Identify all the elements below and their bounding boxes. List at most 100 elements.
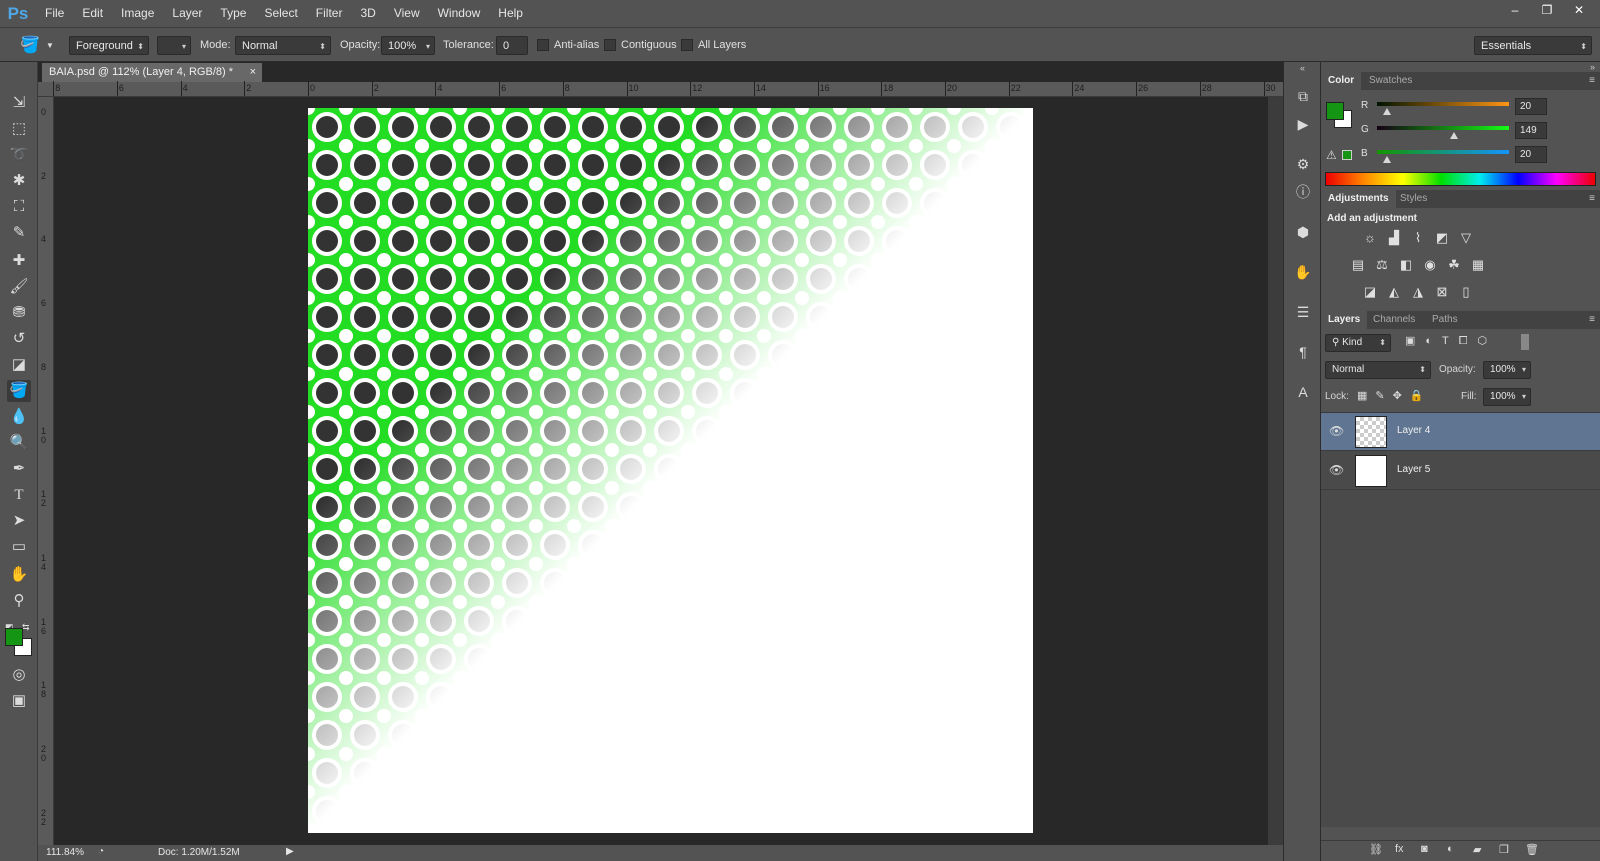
panel-menu-icon[interactable]: ≡ [1589,311,1595,329]
color-spectrum-ramp[interactable] [1325,172,1596,186]
layer-row[interactable]: 👁 Layer 5 [1321,452,1600,490]
channel-value-r[interactable]: 20 [1515,98,1547,115]
filter-toggle[interactable] [1521,334,1529,350]
panel-menu-icon[interactable]: ≡ [1589,72,1595,90]
menu-layer[interactable]: Layer [163,0,211,27]
fill-source-select[interactable]: Foreground ⬍ [69,36,149,55]
tab-swatches[interactable]: Swatches [1362,72,1419,90]
3d-panel-icon[interactable]: ⬢ [1293,222,1313,242]
visibility-eye-icon[interactable]: 👁 [1329,424,1344,438]
tab-layers[interactable]: Layers [1321,311,1368,329]
panel-menu-icon[interactable]: ≡ [1589,190,1595,208]
layer-name[interactable]: Layer 5 [1397,464,1430,475]
visibility-eye-icon[interactable]: 👁 [1329,463,1344,477]
menu-view[interactable]: View [385,0,429,27]
blur-tool-icon[interactable]: 💧 [7,406,31,428]
minimize-button[interactable]: – [1502,0,1528,20]
photo-filter-icon[interactable]: ◉ [1422,257,1438,273]
menu-help[interactable]: Help [489,0,532,27]
mode-select[interactable]: Normal ⬍ [235,36,331,55]
slider-thumb[interactable] [1383,156,1392,163]
channel-mixer-icon[interactable]: ☘ [1446,257,1462,273]
workspace-select[interactable]: Essentials ⬍ [1474,36,1592,55]
paint-bucket-icon[interactable]: 🪣 [20,36,40,55]
gradient-map-icon[interactable]: ▯ [1458,284,1474,300]
marquee-tool-icon[interactable]: ⬚ [7,118,31,140]
dodge-tool-icon[interactable]: 🔍 [7,432,31,454]
web-safe-swatch[interactable] [1342,150,1352,160]
brush-tool-icon[interactable]: 🖌 [7,276,31,298]
type-tool-icon[interactable]: T [7,484,31,506]
adjustment-layer-icon[interactable]: ◐ [1447,843,1454,855]
restore-button[interactable]: ❐ [1534,0,1560,20]
actions-panel-icon[interactable]: ▶ [1293,114,1313,134]
eraser-tool-icon[interactable]: ◪ [7,354,31,376]
lasso-tool-icon[interactable]: ➰ [7,144,31,166]
swap-colors-icon[interactable]: ⇆ [22,622,30,633]
curves-icon[interactable]: ⌇ [1410,230,1426,246]
menu-filter[interactable]: Filter [307,0,352,27]
slider-thumb[interactable] [1383,108,1392,115]
menu-3d[interactable]: 3D [351,0,384,27]
selective-color-icon[interactable]: ⊠ [1434,284,1450,300]
new-layer-icon[interactable]: ❐ [1499,843,1509,856]
tab-adjustments[interactable]: Adjustments [1321,190,1396,208]
contiguous-checkbox[interactable] [604,39,616,51]
tool-presets-icon[interactable]: ✋ [1293,262,1313,282]
menu-image[interactable]: Image [112,0,163,27]
pattern-picker[interactable]: ▾ [157,36,191,55]
link-icon[interactable]: ⛓ [1369,843,1383,856]
posterize-icon[interactable]: ◭ [1386,284,1402,300]
brush-presets-icon[interactable]: ⚙ [1293,154,1313,174]
expand-panels-icon[interactable]: » [1590,62,1595,72]
trash-icon[interactable]: 🗑 [1525,843,1539,856]
foreground-color-swatch[interactable] [5,628,23,646]
channel-value-g[interactable]: 149 [1515,122,1547,139]
zoom-tool-icon[interactable]: ⚲ [7,590,31,612]
layer-opacity-field[interactable]: 100% ▾ [1483,361,1531,379]
fx-icon[interactable]: fx [1395,843,1404,855]
blend-mode-select[interactable]: Normal ⬍ [1325,361,1431,379]
channel-slider-r[interactable] [1377,102,1509,106]
healing-brush-tool-icon[interactable]: ✚ [7,250,31,272]
character-panel-icon[interactable]: A [1293,382,1313,402]
vibrance-icon[interactable]: ▤ [1350,257,1366,273]
color-balance-icon[interactable]: ⚖ [1374,257,1390,273]
eyedropper-tool-icon[interactable]: ✎ [7,222,31,244]
properties-panel-icon[interactable]: ☰ [1293,302,1313,322]
anti-alias-checkbox[interactable] [537,39,549,51]
tab-color[interactable]: Color [1321,72,1362,90]
hand-tool-icon[interactable]: ✋ [7,564,31,586]
folder-icon[interactable]: ▰ [1473,843,1481,856]
invert-icon[interactable]: ◪ [1362,284,1378,300]
threshold-icon[interactable]: ◮ [1410,284,1426,300]
color-lookup-icon[interactable]: ▦ [1470,257,1486,273]
document-canvas[interactable] [308,108,1033,833]
layer-row[interactable]: 👁 Layer 4 [1321,413,1600,451]
screen-mode-icon[interactable]: ▣ [7,690,31,712]
path-selection-tool-icon[interactable]: ➤ [7,510,31,532]
layer-thumbnail[interactable] [1355,455,1387,487]
menu-select[interactable]: Select [255,0,306,27]
opacity-field[interactable]: 100% ▾ [381,36,435,55]
levels-icon[interactable]: ▟ [1386,230,1402,246]
crop-tool-icon[interactable]: ⛶ [7,196,31,218]
vertical-scrollbar[interactable] [1268,97,1283,845]
slider-thumb[interactable] [1450,132,1459,139]
mask-icon[interactable]: ◙ [1421,843,1428,855]
close-icon[interactable]: × [250,63,256,82]
layer-thumbnail[interactable] [1355,416,1387,448]
zoom-level[interactable]: 111.84% [46,847,84,858]
gradient-triangle-icon[interactable]: ▽ [1458,230,1474,246]
color-fg-swatch[interactable] [1326,102,1344,120]
menu-type[interactable]: Type [211,0,255,27]
tab-paths[interactable]: Paths [1425,311,1465,329]
tab-channels[interactable]: Channels [1366,311,1422,329]
all-layers-checkbox[interactable] [681,39,693,51]
collapse-dock-icon[interactable]: « [1300,63,1305,73]
history-brush-tool-icon[interactable]: ↺ [7,328,31,350]
paragraph-panel-icon[interactable]: ¶ [1293,342,1313,362]
lock-icons[interactable]: ▦✎✥🔒 [1357,389,1432,402]
menu-window[interactable]: Window [429,0,490,27]
info-panel-icon[interactable]: ⓘ [1293,182,1313,202]
